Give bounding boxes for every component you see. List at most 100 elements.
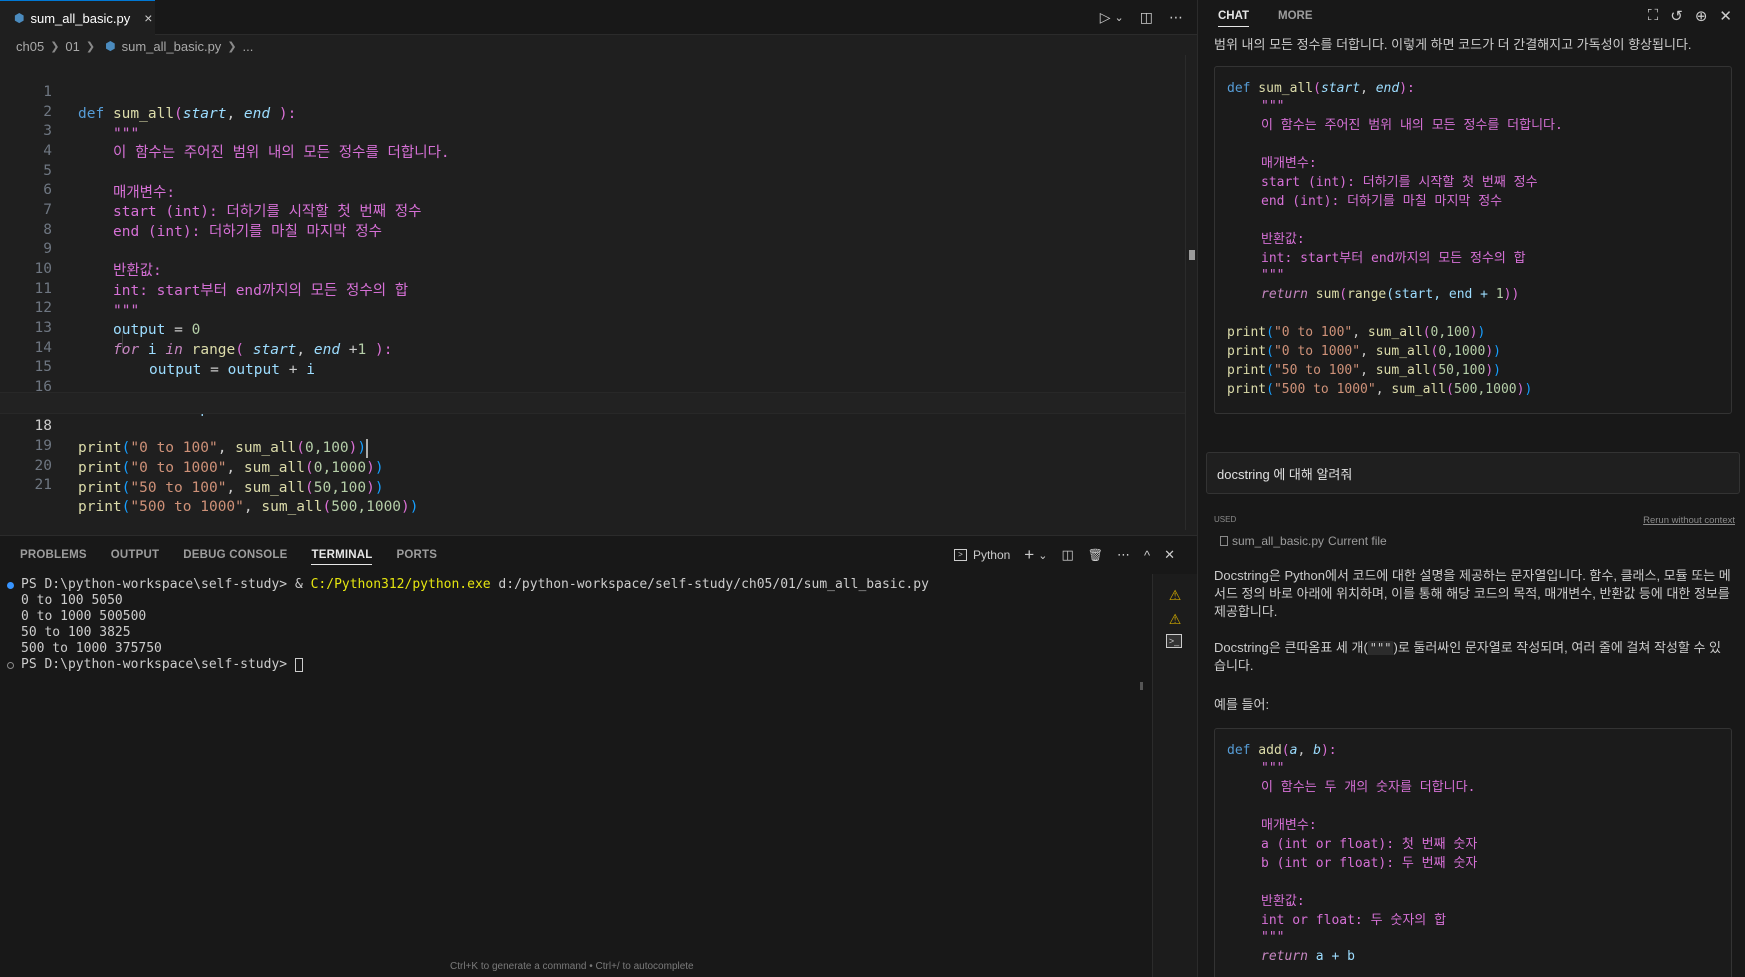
answer-text: Docstring은 큰따옴표 세 개( bbox=[1214, 640, 1368, 655]
expression: a + b bbox=[1307, 949, 1355, 964]
line-number: 21 bbox=[34, 477, 52, 493]
terminal-cursor bbox=[294, 657, 303, 672]
close-icon[interactable]: ✕ bbox=[1719, 7, 1732, 25]
breadcrumb-folder-01[interactable]: 01 bbox=[65, 39, 79, 54]
chat-actions: ⛶ ↺ ⊕ ✕ bbox=[1648, 7, 1732, 25]
code-line: 7 end (int): 더하기를 마칠 마지막 정수 bbox=[0, 177, 1185, 240]
tab-terminal[interactable]: TERMINAL bbox=[311, 545, 373, 565]
docstring: 이 함수는 두 개의 숫자를 더합니다. bbox=[1261, 780, 1476, 795]
breadcrumb-folder-ch05[interactable]: ch05 bbox=[16, 39, 44, 54]
param: end bbox=[1375, 81, 1400, 96]
terminal-scroll-indicator[interactable] bbox=[1140, 682, 1143, 690]
run-icon[interactable]: ▷ bbox=[1100, 9, 1111, 26]
maximize-panel-icon[interactable]: ^ bbox=[1144, 548, 1150, 563]
tab-output[interactable]: OUTPUT bbox=[111, 549, 159, 561]
terminal-hint: Ctrl+K to generate a command • Ctrl+/ to… bbox=[450, 961, 694, 972]
history-icon[interactable]: ↺ bbox=[1670, 7, 1683, 25]
keyword-return: return bbox=[1261, 287, 1308, 302]
close-tab-icon[interactable]: × bbox=[144, 10, 152, 26]
code-line: 1 def sum_all(start, end ): bbox=[0, 59, 1185, 122]
function-name: sum_all bbox=[1250, 81, 1314, 96]
code-line: 19 print("0 to 1000", sum_all(0,1000)) bbox=[0, 413, 1185, 476]
docstring: """ bbox=[1261, 930, 1285, 945]
punct: , bbox=[1297, 743, 1314, 758]
split-editor-icon[interactable]: ◫ bbox=[1140, 9, 1153, 26]
context-file[interactable]: sum_all_basic.py Current file bbox=[1220, 534, 1387, 548]
docstring: 매개변수: bbox=[1261, 156, 1317, 171]
code-line: 15 bbox=[0, 334, 1185, 375]
function-call: sum_all bbox=[261, 499, 323, 515]
editor-scrollbar[interactable] bbox=[1185, 55, 1197, 530]
assistant-answer-paragraph: Docstring은 큰따옴표 세 개(""")로 둘러싸인 문자열로 작성되며… bbox=[1214, 639, 1732, 675]
paren: ( bbox=[1266, 363, 1274, 378]
paren: ) bbox=[401, 499, 410, 515]
args: 500,1000 bbox=[1454, 382, 1517, 397]
prompt: PS D:\python-workspace\self-study> bbox=[21, 657, 295, 672]
terminal-dropdown-icon[interactable]: ⌄ bbox=[1038, 549, 1047, 562]
docstring: start (int): 더하기를 시작할 첫 번째 정수 bbox=[1261, 175, 1538, 190]
paren: ( bbox=[1266, 325, 1274, 340]
paren: ) bbox=[1485, 344, 1494, 359]
trash-icon[interactable]: 🗑 bbox=[1088, 548, 1103, 562]
param: b bbox=[1313, 743, 1321, 758]
docstring: int or float: 두 숫자의 합 bbox=[1261, 913, 1447, 928]
punct: , bbox=[1352, 325, 1368, 340]
paren: ) bbox=[1485, 363, 1494, 378]
breadcrumb-symbols[interactable]: ... bbox=[243, 39, 254, 54]
tab-ports[interactable]: PORTS bbox=[396, 549, 437, 561]
builtin-print: print bbox=[1227, 325, 1267, 340]
code-editor[interactable]: 1 def sum_all(start, end ): 2 """ 3 이 함수… bbox=[0, 55, 1185, 530]
function-call: sum_all bbox=[1391, 382, 1447, 397]
paren: ): bbox=[1399, 81, 1415, 96]
function-call: sum_all bbox=[1375, 344, 1431, 359]
code-line: 10 int: start부터 end까지의 모든 정수의 합 bbox=[0, 236, 1185, 299]
script-path: d:/python-workspace/self-study/ch05/01/s… bbox=[490, 577, 929, 592]
warning-icon[interactable]: ⚠ bbox=[1166, 610, 1184, 628]
run-menu-chevron-icon[interactable]: ⌄ bbox=[1115, 11, 1124, 24]
paren: ( bbox=[1339, 287, 1348, 302]
code-block[interactable]: def sum_all(start, end): """ 이 함수는 주어진 범… bbox=[1214, 66, 1732, 414]
punct: , bbox=[1360, 363, 1376, 378]
punct: , bbox=[1360, 344, 1376, 359]
tab-chat[interactable]: CHAT bbox=[1218, 10, 1250, 27]
function-call: sum_all bbox=[243, 480, 305, 496]
docstring: 반환값: bbox=[1261, 894, 1305, 909]
breadcrumb-file[interactable]: sum_all_basic.py bbox=[122, 39, 222, 54]
tab-problems[interactable]: PROBLEMS bbox=[20, 549, 87, 561]
docstring: """ bbox=[1261, 761, 1285, 776]
python-file-icon: ⬢ bbox=[14, 11, 25, 25]
warning-icon[interactable]: ⚠ bbox=[1166, 586, 1184, 604]
new-chat-icon[interactable]: ⊕ bbox=[1695, 7, 1708, 25]
rerun-without-context-link[interactable]: Rerun without context bbox=[1643, 515, 1735, 526]
close-panel-icon[interactable]: ✕ bbox=[1164, 547, 1175, 563]
user-message[interactable]: docstring 에 대해 알려줘 bbox=[1206, 452, 1740, 494]
code-line: 16 return output bbox=[0, 354, 1185, 417]
terminal-icon: > bbox=[953, 549, 967, 561]
param: start bbox=[1320, 81, 1361, 96]
split-terminal-icon[interactable]: ◫ bbox=[1061, 547, 1073, 563]
tab-filename: sum_all_basic.py bbox=[30, 10, 131, 26]
paren: ) bbox=[366, 480, 375, 496]
tab-more[interactable]: MORE bbox=[1278, 10, 1313, 22]
more-actions-icon[interactable]: ⋯ bbox=[1169, 9, 1183, 26]
terminal[interactable]: PS D:\python-workspace\self-study> & C:/… bbox=[0, 574, 1152, 977]
scrollbar-thumb[interactable] bbox=[1189, 250, 1195, 260]
add-terminal-icon[interactable]: + bbox=[1024, 545, 1034, 565]
code-block[interactable]: def add(a, b): """ 이 함수는 두 개의 숫자를 더합니다. … bbox=[1214, 728, 1732, 977]
docstring: end (int): 더하기를 마칠 마지막 정수 bbox=[1261, 194, 1503, 209]
paren: ) bbox=[1493, 344, 1501, 359]
amp: & bbox=[294, 577, 311, 592]
paren: ) bbox=[1477, 325, 1486, 340]
keyword-return: return bbox=[1261, 949, 1308, 964]
docstring: 반환값: bbox=[1261, 232, 1305, 247]
editor-tab-sum-all-basic[interactable]: ⬢ sum_all_basic.py × bbox=[0, 0, 155, 35]
more-icon[interactable]: ⋯ bbox=[1117, 547, 1130, 563]
terminal-instance-icon[interactable]: >_ bbox=[1166, 634, 1182, 648]
terminal-selector[interactable]: > Python bbox=[953, 548, 1010, 562]
chevron-right-icon: ❯ bbox=[50, 40, 60, 53]
builtin: range bbox=[1347, 287, 1387, 302]
context-file-tag: Current file bbox=[1328, 534, 1387, 548]
tab-debug-console[interactable]: DEBUG CONSOLE bbox=[183, 549, 287, 561]
maximize-icon[interactable]: ⛶ bbox=[1648, 7, 1659, 25]
paren: ): bbox=[1320, 743, 1337, 758]
